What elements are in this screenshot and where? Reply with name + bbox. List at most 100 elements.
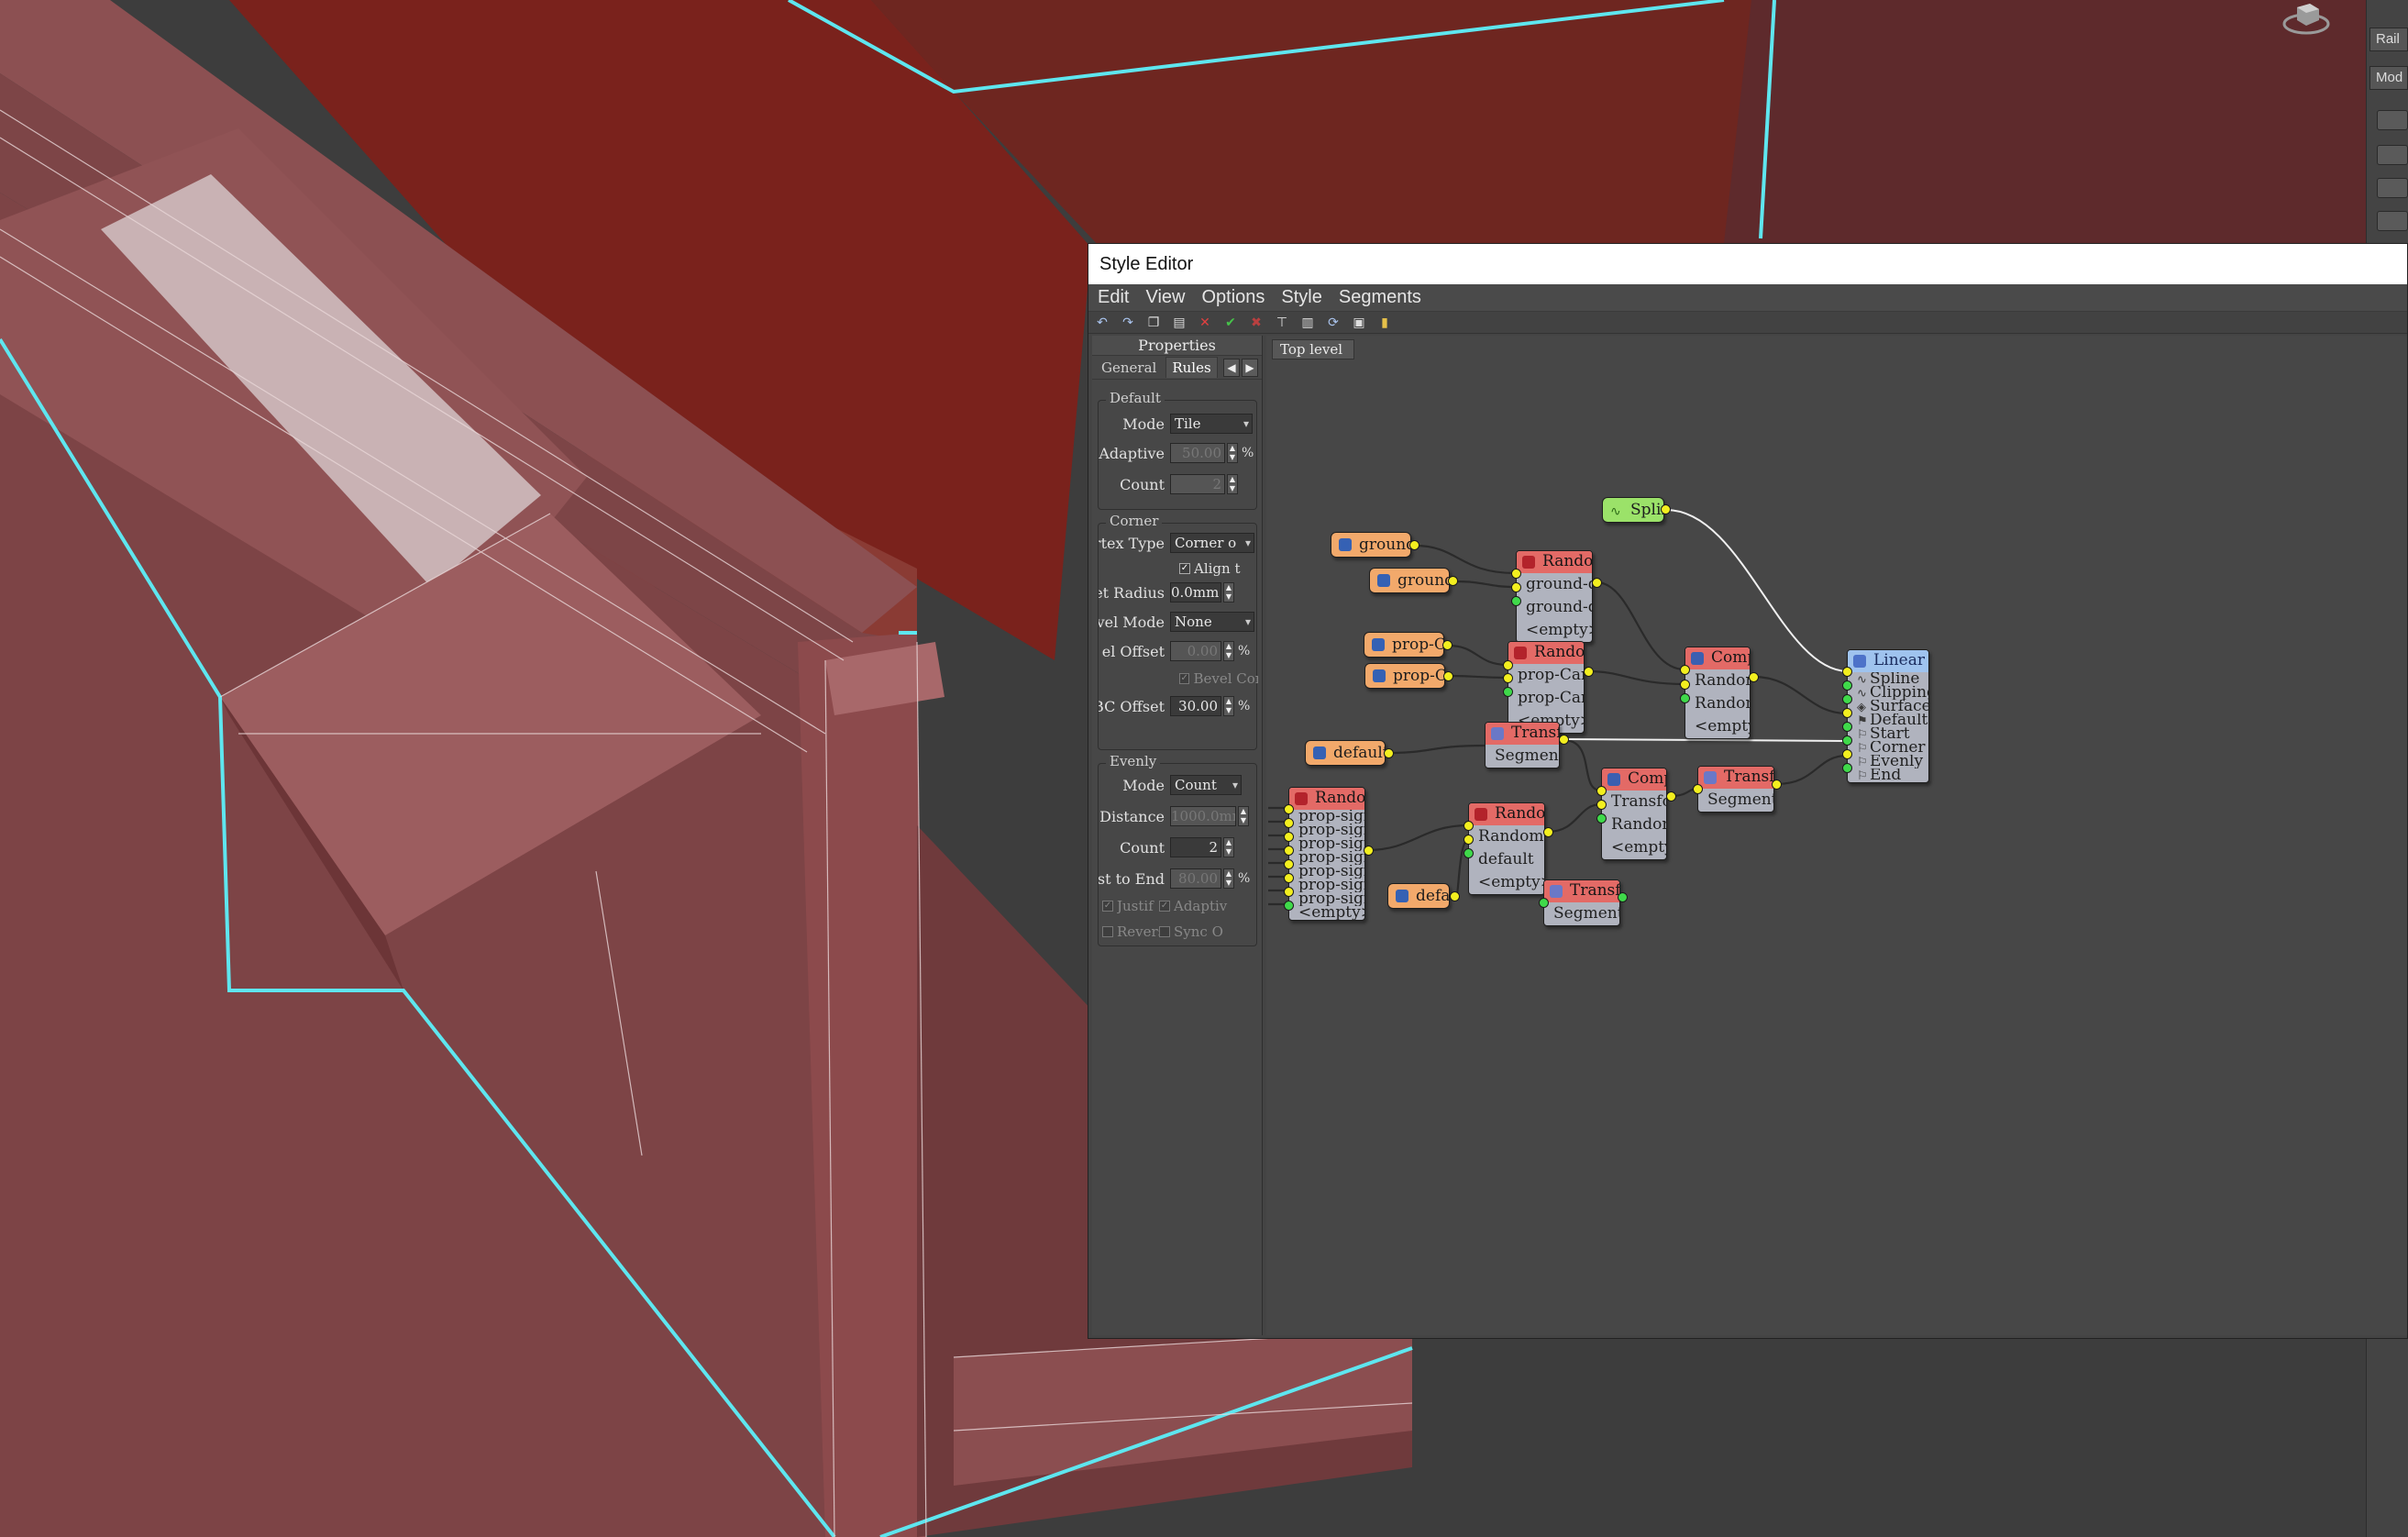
output-port[interactable] xyxy=(1666,791,1676,802)
output-port[interactable] xyxy=(1448,576,1458,586)
port-dot[interactable] xyxy=(1596,813,1607,824)
output-port[interactable] xyxy=(1592,578,1602,588)
port-dot[interactable] xyxy=(1503,687,1513,697)
input-port[interactable]: ⚐ Corner xyxy=(1848,741,1928,755)
transform-node[interactable]: Transform Segment xyxy=(1697,766,1774,813)
menu-options[interactable]: Options xyxy=(1201,287,1265,308)
sync-checkbox[interactable] xyxy=(1159,926,1170,937)
port-dot[interactable] xyxy=(1284,818,1294,828)
paste-icon[interactable]: ▤ xyxy=(1171,315,1187,330)
cancel-icon[interactable]: ✖ xyxy=(1248,315,1265,330)
window-title[interactable]: Style Editor xyxy=(1088,244,2407,284)
port-dot[interactable] xyxy=(1842,722,1852,732)
spinner-icon[interactable]: ▲ ▼ xyxy=(1227,443,1238,463)
output-port[interactable] xyxy=(1450,891,1460,901)
port-dot[interactable] xyxy=(1503,660,1513,670)
menu-view[interactable]: View xyxy=(1145,287,1185,308)
spinner-icon[interactable]: ▲ ▼ xyxy=(1223,582,1234,603)
menu-edit[interactable]: Edit xyxy=(1098,287,1129,308)
input-port[interactable]: <empty> xyxy=(1602,836,1666,859)
port-dot[interactable] xyxy=(1680,693,1690,703)
output-port[interactable] xyxy=(1364,846,1374,856)
input-port[interactable]: prop-sign-7 xyxy=(1289,879,1364,892)
input-port[interactable]: ⚐ Start xyxy=(1848,727,1928,741)
port-dot[interactable] xyxy=(1842,749,1852,759)
tab-rules[interactable]: Rules xyxy=(1165,357,1218,378)
input-port[interactable]: ∿ Spline xyxy=(1848,672,1928,686)
port-dot[interactable] xyxy=(1842,667,1852,677)
output-port[interactable] xyxy=(1749,672,1759,682)
bevel-checkbox[interactable]: ✓ xyxy=(1179,673,1190,684)
input-port[interactable]: Randomize xyxy=(1685,692,1750,715)
el-offset-input[interactable]: 0.00 xyxy=(1170,641,1221,661)
input-port[interactable]: Randomize xyxy=(1685,669,1750,692)
output-port[interactable] xyxy=(1618,892,1628,902)
output-port[interactable] xyxy=(1772,780,1782,790)
port-dot[interactable] xyxy=(1503,673,1513,683)
input-port[interactable]: Segment xyxy=(1486,745,1559,768)
input-port[interactable]: ground-defau xyxy=(1517,573,1592,596)
save-icon[interactable]: ▣ xyxy=(1351,315,1367,330)
prop-canopy-node[interactable]: prop-Canopy xyxy=(1364,632,1444,658)
input-port[interactable]: Randomize xyxy=(1602,813,1666,836)
transform-node[interactable]: Transform Segment xyxy=(1485,722,1560,768)
output-port[interactable] xyxy=(1442,640,1453,650)
port-dot[interactable] xyxy=(1842,735,1852,746)
panel-slot[interactable] xyxy=(2377,178,2408,198)
port-dot[interactable] xyxy=(1596,800,1607,810)
port-dot[interactable] xyxy=(1284,873,1294,883)
ground-default-node[interactable]: ground-defa xyxy=(1331,532,1411,558)
port-dot[interactable] xyxy=(1464,821,1474,831)
input-port[interactable]: ⚐ Evenly xyxy=(1848,755,1928,768)
port-dot[interactable] xyxy=(1842,763,1852,773)
spinner-icon[interactable]: ▲ ▼ xyxy=(1227,474,1238,494)
input-port[interactable]: prop-sign-8 xyxy=(1289,892,1364,906)
delete-icon[interactable]: ✕ xyxy=(1197,315,1213,330)
randomize-node[interactable]: Randomize prop-Canopy prop-Canopy <empty… xyxy=(1508,641,1585,734)
adaptive-checkbox[interactable]: ✓ xyxy=(1159,901,1170,912)
panel-slot[interactable] xyxy=(2377,211,2408,231)
input-port[interactable]: prop-sign-5 xyxy=(1289,824,1364,837)
randomize-signs-node[interactable]: Randomize prop-sign-2 prop-sign-5 prop-s… xyxy=(1288,787,1365,921)
node-graph-canvas[interactable]: Top level ∿ Spli groun groun prop- prop-… xyxy=(1266,336,2407,1335)
port-dot[interactable] xyxy=(1693,784,1703,794)
port-dot[interactable] xyxy=(1680,665,1690,675)
panel-slot[interactable] xyxy=(2377,145,2408,165)
distance-input[interactable]: 1000.0mm xyxy=(1170,806,1236,826)
rail-tab[interactable]: Rail xyxy=(2369,28,2408,51)
transform-node[interactable]: Transform Segment xyxy=(1543,879,1620,926)
apply-icon[interactable]: ✔ xyxy=(1222,315,1239,330)
input-port[interactable]: prop-Canopy xyxy=(1508,687,1584,710)
menu-style[interactable]: Style xyxy=(1281,287,1321,308)
refresh-icon[interactable]: ⟳ xyxy=(1325,315,1342,330)
input-port[interactable]: ◈ Surface xyxy=(1848,700,1928,713)
columns-icon[interactable]: ▮ xyxy=(1376,315,1393,330)
bc-offset-input[interactable]: 30.00 xyxy=(1170,696,1221,716)
evenly-count-input[interactable]: 2 xyxy=(1170,837,1221,857)
spline-input-node[interactable]: ∿ Spline xyxy=(1602,497,1664,523)
input-port[interactable]: ground-defau xyxy=(1517,596,1592,619)
input-port[interactable]: Randomize xyxy=(1469,825,1544,848)
input-port[interactable]: prop-Canopy xyxy=(1508,664,1584,687)
compose-node[interactable]: Compose Transform Randomize <empty> xyxy=(1601,768,1667,860)
modifier-tab[interactable]: Mod xyxy=(2369,66,2408,90)
trash-icon[interactable]: ▥ xyxy=(1299,315,1316,330)
port-dot[interactable] xyxy=(1842,708,1852,718)
default-node[interactable]: default xyxy=(1387,883,1450,909)
filter-icon[interactable]: ⊤ xyxy=(1274,315,1290,330)
input-port[interactable]: <empty> xyxy=(1685,715,1750,738)
input-port[interactable]: ∿Clipping ar xyxy=(1848,686,1928,700)
port-dot[interactable] xyxy=(1596,786,1607,796)
input-port[interactable]: Transform xyxy=(1602,791,1666,813)
port-dot[interactable] xyxy=(1842,680,1852,691)
set-radius-input[interactable]: 0.0mm xyxy=(1170,582,1221,603)
input-port[interactable]: default xyxy=(1469,848,1544,871)
linear-style-node[interactable]: Linear 1S ∿Spline ∿Clipping ar ◈Surface … xyxy=(1847,649,1929,783)
input-port[interactable]: ⚑ Default xyxy=(1848,713,1928,727)
input-port[interactable]: prop-sign-6 xyxy=(1289,865,1364,879)
default-even-node[interactable]: default-eve xyxy=(1305,740,1386,766)
tab-general[interactable]: General xyxy=(1096,358,1162,378)
adaptive-input[interactable]: 50.00 xyxy=(1170,443,1225,463)
randomize-node[interactable]: Randomize ground-defau ground-defau <emp… xyxy=(1516,550,1593,643)
tab-scroll-left-icon[interactable]: ◀ xyxy=(1223,358,1240,377)
